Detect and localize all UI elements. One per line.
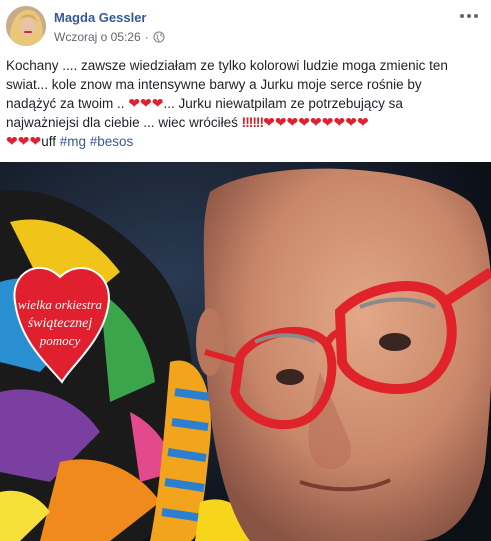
hashtag-link[interactable]: #mg bbox=[60, 134, 86, 149]
more-dot bbox=[467, 14, 471, 18]
globe-icon[interactable] bbox=[153, 31, 165, 43]
double-exclamation-emoji: ‼‼‼ bbox=[241, 115, 264, 130]
post-text-fragment: uff bbox=[41, 134, 56, 149]
more-dot bbox=[460, 14, 464, 18]
post-text-fragment: nadążyć za twoim .. bbox=[6, 96, 125, 111]
post-text-line: ❤❤❤uff #mg #besos bbox=[6, 132, 484, 151]
post-text-line: nadążyć za twoim .. ❤❤❤... Jurku niewatp… bbox=[6, 94, 484, 113]
post-timestamp[interactable]: Wczoraj o 05:26 bbox=[54, 30, 141, 44]
post-text-fragment: najważniejsi dla ciebie ... wiec wróciłe… bbox=[6, 115, 238, 130]
author-avatar[interactable] bbox=[6, 6, 46, 46]
facebook-post: Magda Gessler Wczoraj o 05:26 · Kochany … bbox=[0, 0, 491, 541]
post-text-fragment: ... Jurku niewatpilam ze potrzebujący sa bbox=[163, 96, 403, 111]
heart-emoji: ❤❤❤ bbox=[6, 133, 42, 149]
avatar-image bbox=[6, 6, 46, 46]
photo-image: wielka orkiestra świątecznej pomocy bbox=[0, 162, 491, 541]
post-header: Magda Gessler Wczoraj o 05:26 · bbox=[0, 0, 491, 52]
author-name-link[interactable]: Magda Gessler bbox=[54, 10, 147, 25]
more-options-icon[interactable] bbox=[457, 8, 481, 24]
heart-emoji: ❤❤❤ bbox=[128, 95, 164, 111]
meta-separator: · bbox=[144, 30, 149, 44]
more-dot bbox=[474, 14, 478, 18]
post-text: Kochany .... zawsze wiedziałam ze tylko … bbox=[6, 56, 484, 151]
badge-text-line: pomocy bbox=[39, 333, 81, 348]
post-text-line: Kochany .... zawsze wiedziałam ze tylko … bbox=[6, 58, 448, 73]
post-photo[interactable]: wielka orkiestra świątecznej pomocy bbox=[0, 162, 491, 541]
post-text-line: najważniejsi dla ciebie ... wiec wróciłe… bbox=[6, 113, 484, 132]
heart-emoji: ❤❤❤❤❤❤❤❤❤ bbox=[263, 114, 369, 130]
badge-text-line: wielka orkiestra bbox=[18, 297, 103, 312]
hashtag-link[interactable]: #besos bbox=[90, 134, 134, 149]
post-text-line: swiat... kole znow ma intensywne barwy a… bbox=[6, 77, 422, 92]
post-meta: Wczoraj o 05:26 · bbox=[54, 30, 165, 44]
badge-text-line: świątecznej bbox=[28, 316, 93, 331]
